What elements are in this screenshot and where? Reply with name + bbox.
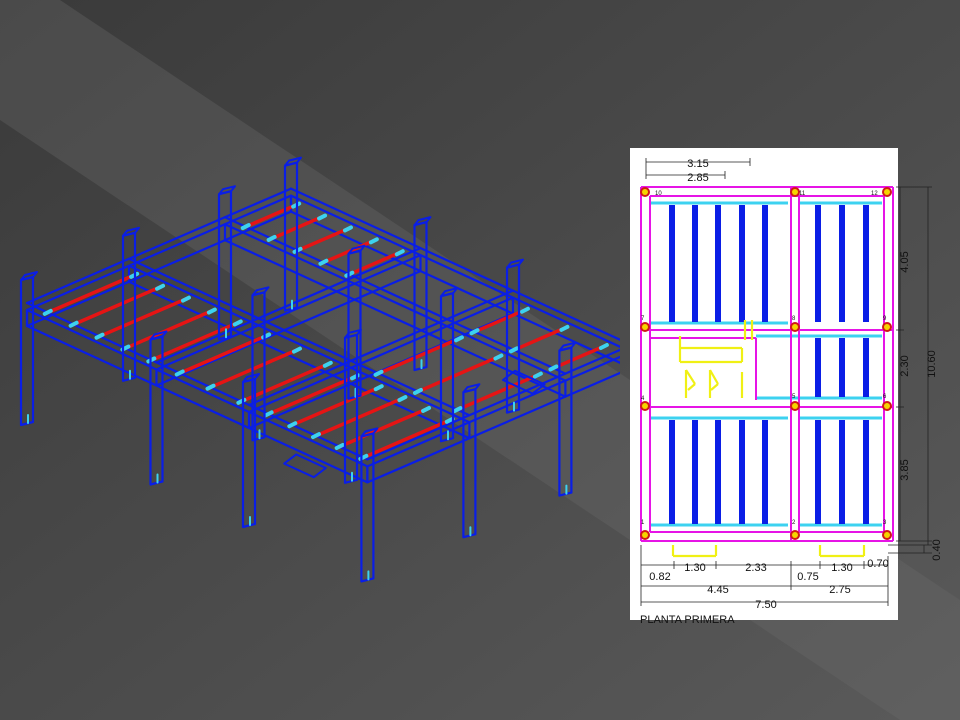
right-dim-3-85: 3.85 (899, 459, 911, 480)
right-dim-2-30: 2.30 (899, 355, 911, 376)
plan-column-core-7 (792, 403, 798, 409)
bottom-dim-0-75: 0.75 (797, 571, 818, 583)
right-dim-0-40: 0.40 (931, 539, 943, 560)
bottom-dim-1-30a: 1.30 (684, 562, 705, 574)
plan-title: PLANTA PRIMERA (640, 614, 735, 626)
plan-column-core-10 (792, 532, 798, 538)
plan-column-core-1 (792, 189, 798, 195)
node-label-11: 11 (799, 191, 806, 197)
floor-plan-view: 3.15 2.85 0.82 1.30 2.33 0.75 1.30 0.70 … (630, 148, 943, 626)
bottom-dim-2-75: 2.75 (829, 584, 850, 596)
plan-column-core-5 (884, 324, 890, 330)
plan-column-core-6 (642, 403, 648, 409)
plan-column-core-4 (792, 324, 798, 330)
node-label-10: 10 (655, 191, 662, 197)
plan-column-core-8 (884, 403, 890, 409)
plan-column-core-3 (642, 324, 648, 330)
plan-column-core-11 (884, 532, 890, 538)
right-dim-total: 10.60 (926, 350, 938, 378)
bottom-dim-4-45: 4.45 (707, 584, 728, 596)
bottom-dim-1-30b: 1.30 (831, 562, 852, 574)
right-dim-4-05: 4.05 (899, 251, 911, 272)
node-label-12: 12 (871, 191, 878, 197)
plan-column-core-0 (642, 189, 648, 195)
bottom-dim-0-82: 0.82 (649, 571, 670, 583)
top-dim-2: 2.85 (687, 172, 708, 184)
bottom-dim-2-33: 2.33 (745, 562, 766, 574)
cad-drawing: 3.15 2.85 0.82 1.30 2.33 0.75 1.30 0.70 … (0, 0, 960, 720)
bottom-dim-0-70: 0.70 (867, 558, 888, 570)
plan-column-core-9 (642, 532, 648, 538)
plan-column-core-2 (884, 189, 890, 195)
bottom-dim-total: 7.50 (755, 599, 776, 611)
top-dim-1: 3.15 (687, 158, 708, 170)
